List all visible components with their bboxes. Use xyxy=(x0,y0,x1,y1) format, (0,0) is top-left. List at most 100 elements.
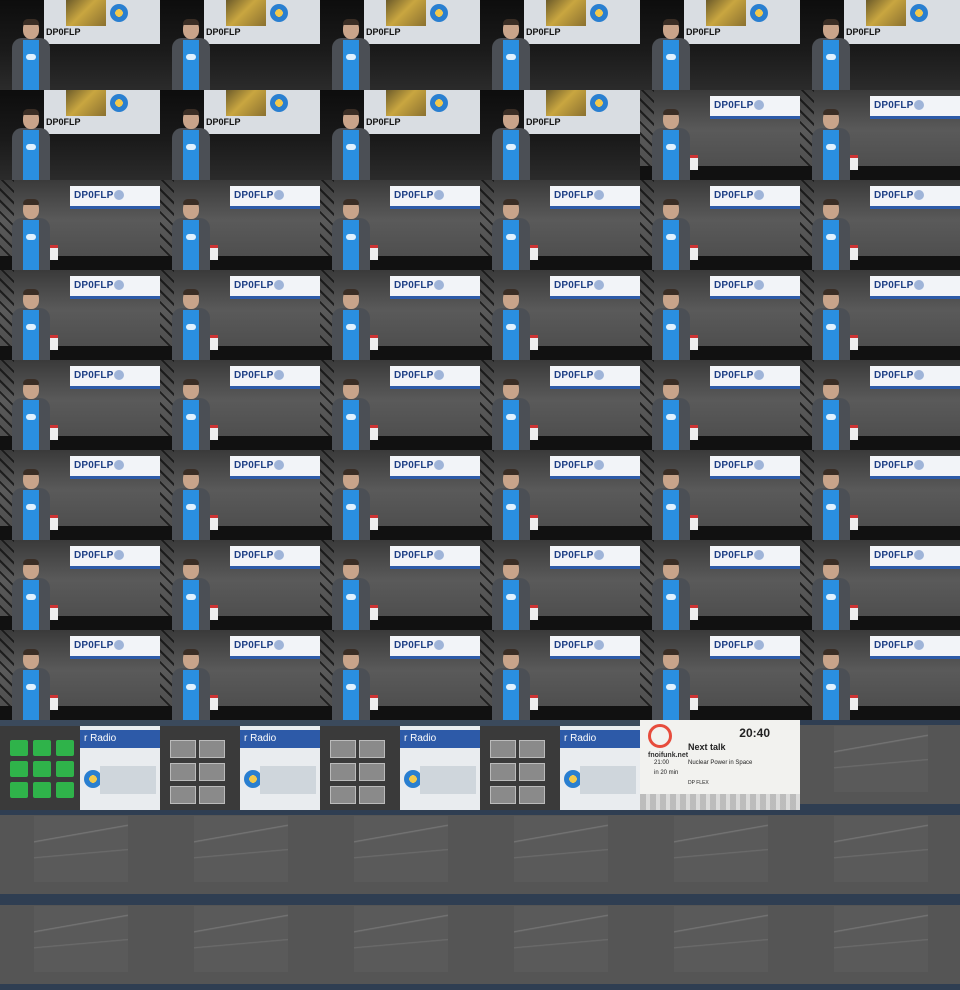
slide-title-bar: r Radio xyxy=(240,730,320,748)
banner-callsign: DP0FLP xyxy=(234,190,274,201)
frame-screen-share: r Radio xyxy=(0,720,160,810)
banner-callsign: DP0FLP xyxy=(874,640,914,651)
frame-presenter-slide: DP0FLP xyxy=(0,0,160,90)
presenter xyxy=(332,289,370,360)
satellite-image xyxy=(226,0,266,26)
banner-callsign: DP0FLP xyxy=(714,280,754,291)
frame-presenter-banner: DP0FLP xyxy=(0,270,160,360)
projector-banner: DP0FLP xyxy=(710,276,800,299)
desktop-top-bar xyxy=(160,810,320,815)
projector-slide: DP0FLP xyxy=(684,0,800,44)
robot-figurine xyxy=(370,425,378,440)
banner-callsign: DP0FLP xyxy=(74,370,114,381)
robot-figurine xyxy=(690,515,698,530)
university-seal-icon xyxy=(434,190,444,200)
presenter xyxy=(492,649,530,720)
banner-callsign: DP0FLP xyxy=(394,550,434,561)
banner-callsign: DP0FLP xyxy=(74,550,114,561)
university-seal-icon xyxy=(430,94,448,112)
frame-presenter-banner: DP0FLP xyxy=(0,540,160,630)
university-seal-icon xyxy=(114,640,124,650)
robot-figurine xyxy=(850,515,858,530)
university-seal-icon xyxy=(594,190,604,200)
satellite-image xyxy=(66,0,106,26)
robot-figurine xyxy=(50,695,58,710)
talk-title: Nuclear Power in Space xyxy=(688,760,753,766)
frame-presenter-banner: DP0FLP xyxy=(320,630,480,720)
desktop-taskbar xyxy=(320,984,480,990)
frame-presenter-banner: DP0FLP xyxy=(480,360,640,450)
projector-banner: DP0FLP xyxy=(70,456,160,479)
satellite-image xyxy=(866,0,906,26)
image-thumbnails xyxy=(170,740,225,804)
presenter xyxy=(652,109,690,180)
presenter xyxy=(812,379,850,450)
frame-presenter-banner: DP0FLP xyxy=(800,630,960,720)
frame-presenter-banner: DP0FLP xyxy=(640,540,800,630)
robot-figurine xyxy=(530,695,538,710)
robot-figurine xyxy=(50,335,58,350)
projector-banner: DP0FLP xyxy=(550,366,640,389)
desktop-top-bar xyxy=(480,900,640,905)
projector-banner: DP0FLP xyxy=(870,276,960,299)
presenter xyxy=(652,199,690,270)
projector-banner: DP0FLP xyxy=(390,186,480,209)
projector-banner: DP0FLP xyxy=(230,456,320,479)
talk-room: DP FLEX xyxy=(688,780,709,786)
university-seal-icon xyxy=(594,640,604,650)
slide-callsign: DP0FLP xyxy=(46,27,81,37)
robot-figurine xyxy=(370,245,378,260)
banner-callsign: DP0FLP xyxy=(874,100,914,111)
university-seal-icon xyxy=(114,550,124,560)
banner-callsign: DP0FLP xyxy=(874,460,914,471)
presenter xyxy=(332,19,370,90)
satellite-image xyxy=(386,90,426,116)
projector-banner: DP0FLP xyxy=(550,456,640,479)
banner-callsign: DP0FLP xyxy=(554,190,594,201)
next-talk-label: Next talk xyxy=(688,742,726,752)
robot-figurine xyxy=(370,335,378,350)
desktop-top-bar xyxy=(800,900,960,905)
banner-callsign: DP0FLP xyxy=(394,370,434,381)
projector-slide: DP0FLP xyxy=(44,0,160,44)
projector-banner: DP0FLP xyxy=(870,366,960,389)
banner-callsign: DP0FLP xyxy=(714,100,754,111)
projector-banner: DP0FLP xyxy=(870,96,960,119)
dark-desktop-area xyxy=(514,906,608,972)
banner-callsign: DP0FLP xyxy=(874,370,914,381)
presenter xyxy=(332,649,370,720)
frame-blank-desktop xyxy=(640,810,800,900)
world-map xyxy=(260,766,316,794)
frame-blank-desktop xyxy=(320,810,480,900)
presenter xyxy=(492,19,530,90)
robot-figurine xyxy=(690,695,698,710)
frame-presenter-banner: DP0FLP xyxy=(320,270,480,360)
image-thumbnails xyxy=(490,740,545,804)
robot-figurine xyxy=(210,605,218,620)
university-seal-icon xyxy=(754,640,764,650)
university-seal-icon xyxy=(274,190,284,200)
frame-presenter-banner: DP0FLP xyxy=(640,450,800,540)
slide-callsign: DP0FLP xyxy=(46,117,81,127)
projector-banner: DP0FLP xyxy=(550,546,640,569)
frame-blank-desktop xyxy=(480,810,640,900)
image-thumbnails xyxy=(330,740,385,804)
university-seal-icon xyxy=(274,280,284,290)
projector-banner: DP0FLP xyxy=(390,546,480,569)
presenter xyxy=(812,199,850,270)
frame-screen-share: r Radio xyxy=(480,720,640,810)
banner-callsign: DP0FLP xyxy=(394,640,434,651)
presenter xyxy=(652,559,690,630)
file-browser xyxy=(0,726,80,810)
projector-banner: DP0FLP xyxy=(70,276,160,299)
university-seal-icon xyxy=(434,280,444,290)
desktop-top-bar xyxy=(320,810,480,815)
frame-presenter-banner: DP0FLP xyxy=(160,540,320,630)
university-seal-icon xyxy=(274,370,284,380)
clock: 20:40 xyxy=(739,726,770,740)
talk-start: 21:00 xyxy=(654,760,670,766)
presenter xyxy=(172,649,210,720)
skyline-illustration xyxy=(640,794,800,810)
world-map xyxy=(420,766,476,794)
projector-banner: DP0FLP xyxy=(390,636,480,659)
